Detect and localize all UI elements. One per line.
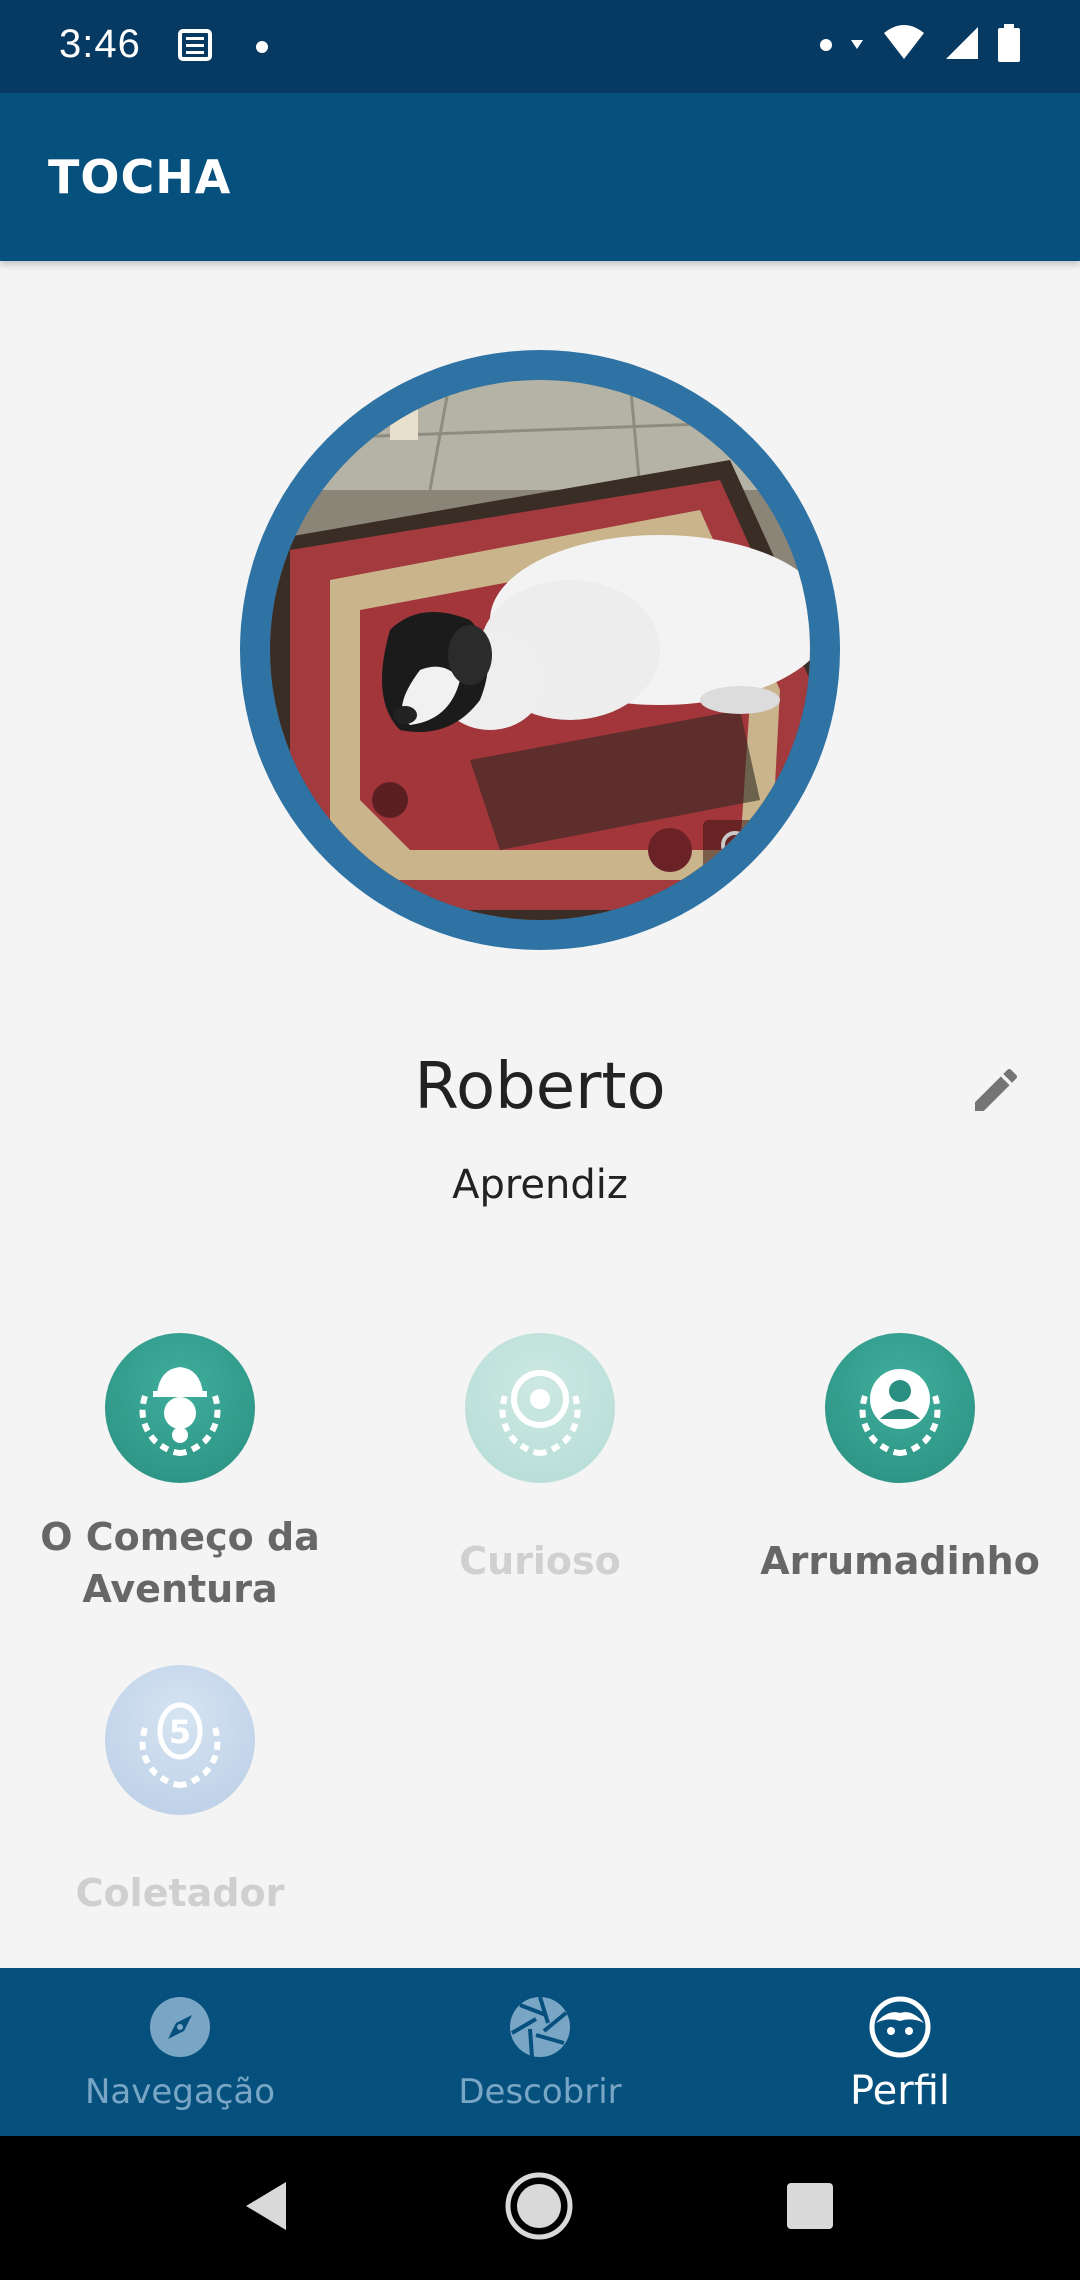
news-notification-icon xyxy=(176,25,216,69)
nav-label: Descobrir xyxy=(458,2072,622,2112)
dot-icon xyxy=(820,39,832,51)
home-icon xyxy=(504,2171,574,2245)
notification-dot-icon xyxy=(256,41,268,53)
app-bar: TOCHA xyxy=(0,93,1080,261)
profile-name: Roberto xyxy=(414,1050,666,1124)
signal-icon xyxy=(944,25,980,65)
badge-label: Curioso xyxy=(459,1539,621,1583)
aperture-icon xyxy=(507,1994,573,2060)
badge-medal: 5 xyxy=(105,1665,255,1815)
compass-icon xyxy=(147,1994,213,2060)
bottom-navigation: Navegação Descobrir Perfil xyxy=(0,1968,1080,2136)
back-button[interactable] xyxy=(230,2172,302,2244)
person-icon xyxy=(835,1341,965,1475)
badge-item[interactable]: Curioso xyxy=(360,1333,720,1587)
badge-item[interactable]: 5 Coletador xyxy=(0,1665,360,1919)
badge-item[interactable]: O Começo da Aventura xyxy=(0,1333,360,1615)
data-arrow-icon xyxy=(850,36,864,55)
badge-label: Coletador xyxy=(75,1871,285,1915)
edit-name-button[interactable] xyxy=(962,1058,1030,1126)
nav-item-descobrir[interactable]: Descobrir xyxy=(360,1968,720,2136)
system-navigation-bar xyxy=(0,2136,1080,2280)
status-right-icons xyxy=(820,24,1020,66)
badge-medal xyxy=(105,1333,255,1483)
badge-medal xyxy=(825,1333,975,1483)
battery-icon xyxy=(998,24,1020,66)
badge-label: Arrumadinho xyxy=(760,1539,1040,1583)
aperture-icon xyxy=(475,1341,605,1475)
status-time: 3:46 xyxy=(59,22,141,66)
badge-label: O Começo da Aventura xyxy=(40,1515,320,1611)
recents-icon xyxy=(785,2181,835,2235)
five-icon: 5 xyxy=(115,1673,245,1807)
status-left-icons xyxy=(176,25,268,69)
screen: 3:46 TOCHA Roberto Aprendiz O Começo da … xyxy=(0,0,1080,2280)
change-photo-button[interactable] xyxy=(703,820,767,874)
pencil-icon xyxy=(968,1062,1024,1122)
nav-item-perfil[interactable]: Perfil xyxy=(720,1968,1080,2136)
nav-label: Perfil xyxy=(849,2068,951,2114)
avatar[interactable] xyxy=(240,350,840,950)
svg-text:5: 5 xyxy=(169,1713,191,1751)
badge-medal xyxy=(465,1333,615,1483)
wifi-icon xyxy=(882,25,926,65)
back-icon xyxy=(242,2180,290,2236)
explorer-icon xyxy=(115,1341,245,1475)
profile-rank: Aprendiz xyxy=(452,1162,628,1208)
nav-item-navegacao[interactable]: Navegação xyxy=(0,1968,360,2136)
avatar-photo xyxy=(270,380,810,920)
face-icon xyxy=(867,1994,933,2060)
status-bar: 3:46 xyxy=(0,0,1080,93)
app-title: TOCHA xyxy=(48,150,232,204)
nav-label: Navegação xyxy=(84,2072,276,2112)
camera-icon xyxy=(718,828,752,866)
badge-item[interactable]: Arrumadinho xyxy=(720,1333,1080,1587)
home-button[interactable] xyxy=(503,2172,575,2244)
recents-button[interactable] xyxy=(774,2172,846,2244)
